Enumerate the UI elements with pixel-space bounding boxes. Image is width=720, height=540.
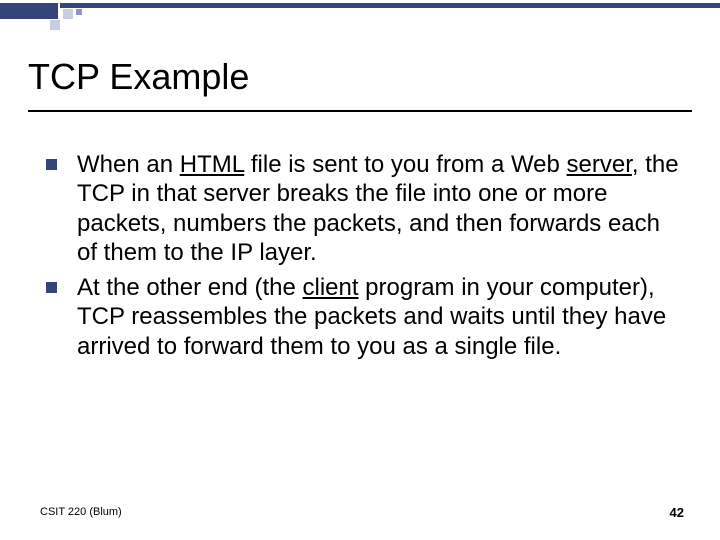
title-underline — [28, 110, 692, 112]
bullet-text: At the other end (the client program in … — [77, 273, 686, 361]
list-item: When an HTML file is sent to you from a … — [46, 150, 686, 267]
bullet-icon — [46, 159, 57, 170]
bullet-icon — [46, 282, 57, 293]
list-item: At the other end (the client program in … — [46, 273, 686, 361]
slide-title: TCP Example — [28, 56, 249, 98]
footer-page-number: 42 — [670, 505, 684, 520]
slide: TCP Example When an HTML file is sent to… — [0, 0, 720, 540]
footer-course: CSIT 220 (Blum) — [40, 506, 122, 518]
bullet-text: When an HTML file is sent to you from a … — [77, 150, 686, 267]
slide-body: When an HTML file is sent to you from a … — [46, 150, 686, 367]
